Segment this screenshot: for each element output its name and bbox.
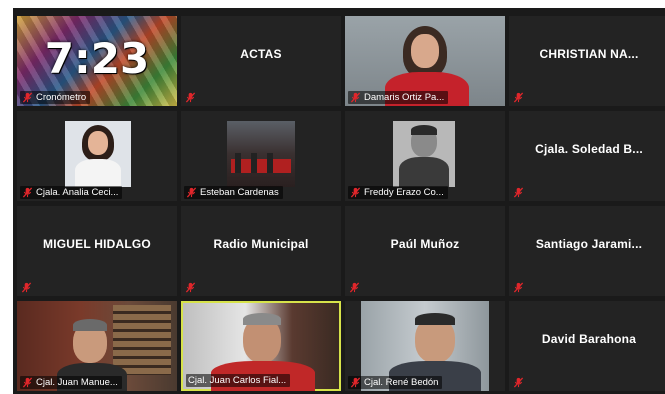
participant-name: Cjal. Juan Carlos Fial... <box>188 375 287 386</box>
person-figure <box>251 153 257 173</box>
mic-muted-icon <box>350 92 361 103</box>
participant-label: Cjala. Analia Ceci... <box>20 186 123 199</box>
participant-name: Cjala. Soledad B... <box>535 142 643 156</box>
participant-tile-paul[interactable]: Paúl Muñoz <box>345 206 505 296</box>
person-face <box>411 34 439 68</box>
participant-tile-freddy[interactable]: Freddy Erazo Co... <box>345 111 505 201</box>
participant-tile-esteban[interactable]: Esteban Cardenas <box>181 111 341 201</box>
participant-name: Esteban Cardenas <box>200 187 279 198</box>
participant-tile-miguel[interactable]: MIGUEL HIDALGO <box>17 206 177 296</box>
timer-display: 7:23 <box>44 34 150 83</box>
participant-label: Cjal. Juan Manue... <box>20 376 122 389</box>
person-hair <box>243 313 281 325</box>
participant-name: Damaris Ortiz Pa... <box>364 92 445 103</box>
participant-tile-analia[interactable]: Cjala. Analia Ceci... <box>17 111 177 201</box>
person-hair <box>411 125 437 135</box>
person-face <box>88 131 108 155</box>
participant-tile-christian[interactable]: CHRISTIAN NA... <box>509 16 665 106</box>
participant-tile-juan-carlos[interactable]: Cjal. Juan Carlos Fial... <box>181 301 341 391</box>
person-hair <box>415 313 455 325</box>
mic-muted-icon <box>350 377 361 388</box>
participant-name: Santiago Jarami... <box>535 237 643 251</box>
participant-label: Cjal. René Bedón <box>348 376 443 389</box>
gallery-grid: 7:23 Cronómetro ACTAS Damaris Ortiz Pa..… <box>13 8 665 394</box>
mic-muted-icon <box>186 187 197 198</box>
participant-tile-soledad[interactable]: Cjala. Soledad B... <box>509 111 665 201</box>
person-hair <box>73 319 107 331</box>
mic-muted-icon <box>513 187 524 198</box>
mic-muted-icon <box>349 282 360 293</box>
mic-muted-icon <box>513 377 524 388</box>
mic-muted-icon <box>21 282 32 293</box>
person-figure <box>235 153 241 173</box>
participant-name: Cjal. René Bedón <box>364 377 439 388</box>
mic-muted-icon <box>350 187 361 198</box>
participant-name: Cjala. Analia Ceci... <box>36 187 119 198</box>
participant-label: Esteban Cardenas <box>184 186 283 199</box>
participant-label: Cjal. Juan Carlos Fial... <box>186 374 291 387</box>
participant-tile-cronometro[interactable]: 7:23 Cronómetro <box>17 16 177 106</box>
participant-name: Cronómetro <box>36 92 87 103</box>
participant-name: ACTAS <box>240 47 282 61</box>
participant-label: Damaris Ortiz Pa... <box>348 91 449 104</box>
mic-muted-icon <box>185 282 196 293</box>
person-body <box>75 159 121 187</box>
mic-muted-icon <box>22 187 33 198</box>
participant-label: Cronómetro <box>20 91 91 104</box>
participant-tile-rene[interactable]: Cjal. René Bedón <box>345 301 505 391</box>
participant-tile-radio[interactable]: Radio Municipal <box>181 206 341 296</box>
participant-name: Freddy Erazo Co... <box>364 187 444 198</box>
mic-muted-icon <box>185 92 196 103</box>
participant-tile-actas[interactable]: ACTAS <box>181 16 341 106</box>
person-body <box>399 157 449 187</box>
participant-tile-santiago[interactable]: Santiago Jarami... <box>509 206 665 296</box>
participant-name: CHRISTIAN NA... <box>539 47 639 61</box>
mic-muted-icon <box>22 377 33 388</box>
participant-tile-damaris[interactable]: Damaris Ortiz Pa... <box>345 16 505 106</box>
participant-tile-david[interactable]: David Barahona <box>509 301 665 391</box>
mic-muted-icon <box>513 92 524 103</box>
participant-name: Radio Municipal <box>213 237 309 251</box>
person-figure <box>267 153 273 173</box>
mic-muted-icon <box>22 92 33 103</box>
participant-tile-juan-manuel[interactable]: Cjal. Juan Manue... <box>17 301 177 391</box>
participant-name: Cjal. Juan Manue... <box>36 377 118 388</box>
bookshelf <box>113 305 171 375</box>
participant-name: Paúl Muñoz <box>390 237 460 251</box>
mic-muted-icon <box>513 282 524 293</box>
participant-label: Freddy Erazo Co... <box>348 186 448 199</box>
meeting-window: 7:23 Cronómetro ACTAS Damaris Ortiz Pa..… <box>0 0 665 394</box>
participant-name: David Barahona <box>541 332 637 346</box>
participant-name: MIGUEL HIDALGO <box>43 237 151 251</box>
